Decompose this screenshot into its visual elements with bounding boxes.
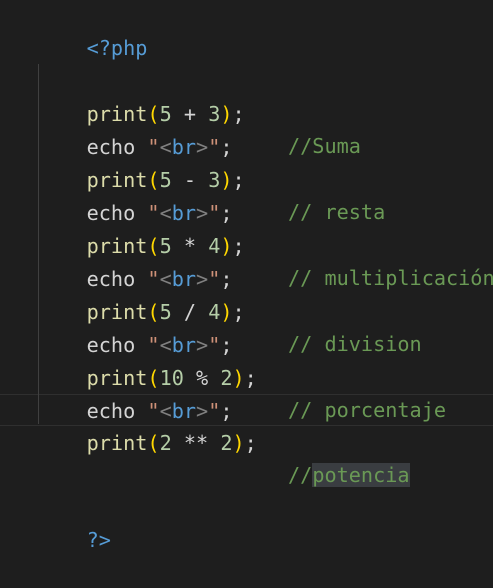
code-line-echo[interactable]: echo "<br>"; <box>38 231 233 291</box>
comment: // porcentaje <box>288 398 447 422</box>
php-open-tag: <?php <box>86 36 148 60</box>
code-editor[interactable]: <?php print(5 + 3); //Suma echo "<br>"; … <box>0 0 493 552</box>
code-line-print-resta[interactable]: print(5 - 3); // resta <box>38 132 386 224</box>
comment: // multiplicación <box>288 266 493 290</box>
selected-text: potencia <box>312 463 410 487</box>
code-line-echo[interactable]: echo "<br>"; <box>38 165 233 225</box>
code-line-echo[interactable]: echo "<br>"; <box>38 99 233 159</box>
code-line-print-division[interactable]: print(5 / 4); // division <box>38 264 422 356</box>
code-line-open-tag[interactable]: <?php <box>38 0 148 60</box>
comment: // division <box>288 332 422 356</box>
code-line-echo[interactable]: echo "<br>"; <box>38 363 233 423</box>
code-line-print-suma[interactable]: print(5 + 3); //Suma <box>38 66 361 158</box>
comment: //Suma <box>288 134 361 158</box>
comment: // resta <box>288 200 386 224</box>
semicolon: ; <box>232 102 245 126</box>
code-line-print-porcentaje[interactable]: print(10 % 2); // porcentaje <box>38 330 446 422</box>
code-line-print-potencia[interactable]: print(2 ** 2); //potencia <box>38 395 410 487</box>
comment: //potencia <box>288 463 410 487</box>
code-line-close-tag[interactable]: ?> <box>38 492 111 552</box>
code-line-echo[interactable]: echo "<br>"; <box>38 297 233 357</box>
php-close-tag: ?> <box>86 528 111 552</box>
code-line-print-multiplicacion[interactable]: print(5 * 4); // multiplicación <box>38 198 493 290</box>
